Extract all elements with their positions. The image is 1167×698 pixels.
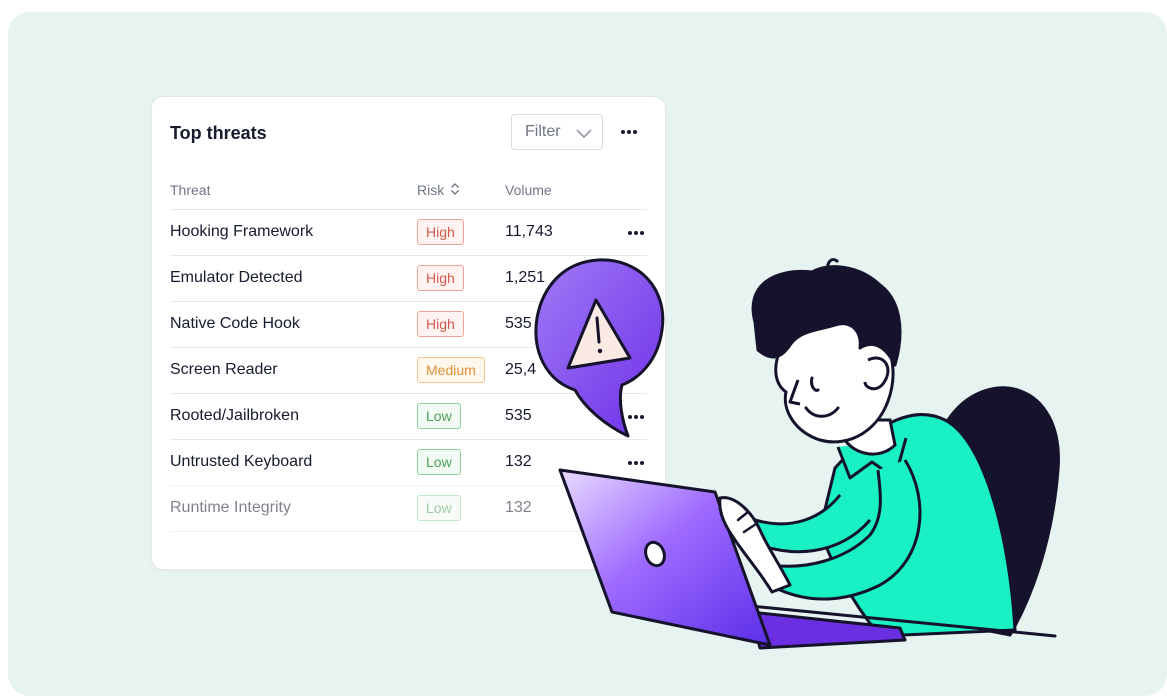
- person-with-laptop-illustration: [534, 258, 1060, 650]
- ear: [863, 356, 890, 391]
